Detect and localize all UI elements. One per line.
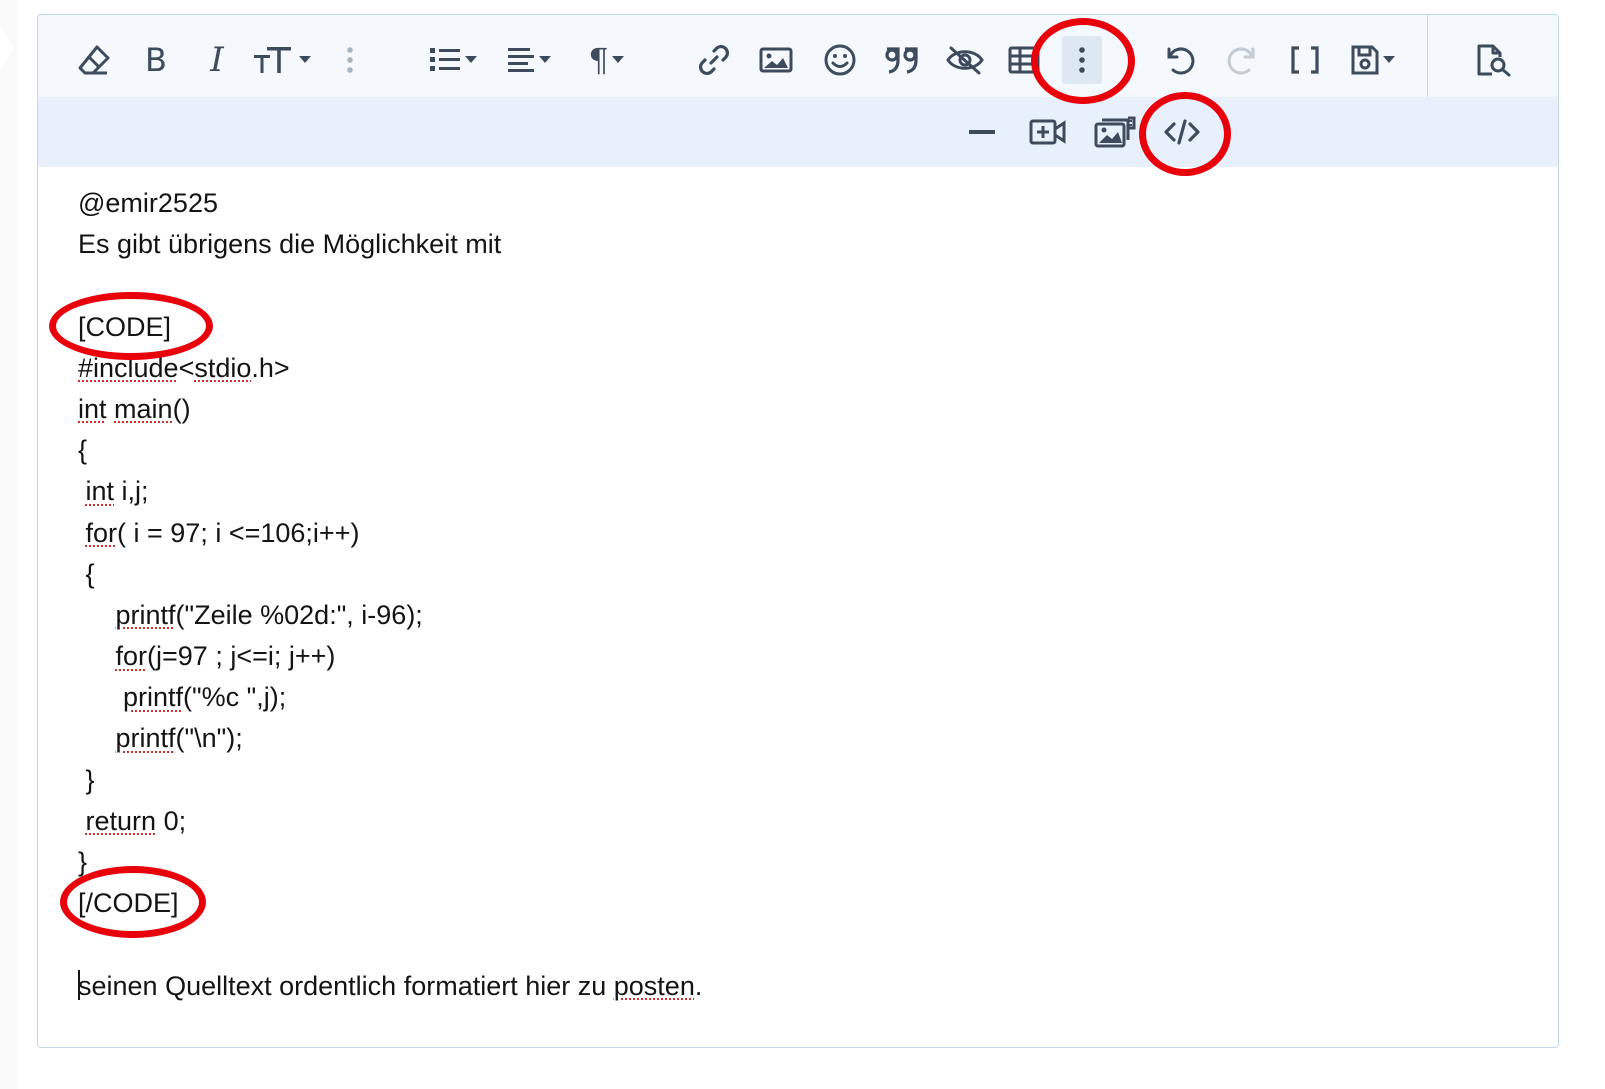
preview-toolbar-group: [1427, 15, 1558, 97]
misspelled-word: stdio: [194, 352, 252, 383]
misspelled-word: return: [85, 805, 157, 836]
align-left-icon: [507, 48, 534, 72]
text-cursor: [78, 969, 80, 1000]
code-icon: [1164, 119, 1200, 145]
misspelled-word: int: [78, 393, 107, 424]
code-line: }: [78, 847, 88, 877]
code-line: printf("\n");: [115, 723, 243, 754]
brackets-icon: [1291, 46, 1319, 74]
text-line: [78, 265, 1518, 306]
insert-table-button[interactable]: [1004, 35, 1044, 85]
gallery-icon: [1094, 116, 1136, 148]
smiley-icon: [824, 44, 856, 76]
misspelled-word: int: [85, 476, 115, 507]
toggle-bbcode-button[interactable]: [1284, 35, 1326, 85]
bold-button[interactable]: B: [138, 35, 174, 85]
insert-code-button[interactable]: [1160, 107, 1204, 157]
chevron-down-icon: [464, 56, 477, 63]
paragraph-format-button[interactable]: ¶: [578, 35, 634, 85]
video-plus-icon: [1029, 119, 1066, 145]
misspelled-word: posten: [613, 970, 695, 1001]
horizontal-line-icon: [969, 130, 995, 134]
chevron-down-icon: [611, 56, 624, 63]
more-vertical-icon: [1079, 47, 1085, 73]
preview-button[interactable]: [1472, 35, 1516, 85]
list-button[interactable]: [422, 35, 482, 85]
rich-text-editor: B I ¶ @emir2525 Es gibt übrigens die Mög…: [37, 14, 1559, 1048]
code-line: printf("Zeile %02d:", i-96);: [115, 599, 423, 630]
italic-icon: I: [210, 40, 224, 80]
chevron-down-icon: [298, 56, 311, 63]
font-size-button[interactable]: [250, 35, 312, 85]
quote-button[interactable]: [880, 35, 924, 85]
code-line: #include<stdio.h>: [78, 352, 290, 383]
italic-button[interactable]: I: [200, 35, 234, 85]
redo-button[interactable]: [1222, 35, 1264, 85]
code-line: }: [78, 764, 95, 795]
image-icon: [759, 47, 793, 73]
misspelled-word: #include: [78, 352, 179, 383]
more-options-button[interactable]: [1062, 36, 1102, 84]
code-close-tag: [/CODE]: [78, 888, 179, 919]
gutter-notch: [0, 26, 14, 70]
code-line: int main(): [78, 393, 191, 424]
misspelled-word: printf: [123, 682, 184, 713]
font-size-icon: [253, 47, 291, 73]
page-gutter: [0, 0, 19, 1089]
link-button[interactable]: [694, 35, 734, 85]
misspelled-word: printf: [115, 599, 176, 630]
insert-image-button[interactable]: [756, 35, 796, 85]
code-line: printf("%c ",j);: [123, 682, 287, 713]
code-line: return 0;: [85, 805, 187, 836]
code-line: for(j=97 ; j<=i; j++): [115, 641, 336, 672]
align-button[interactable]: [500, 35, 556, 85]
misspelled-word: for: [115, 641, 148, 672]
smilies-button[interactable]: [820, 35, 860, 85]
text-line-with-cursor: seinen Quelltext ordentlich formatiert h…: [78, 969, 703, 1001]
redo-icon: [1227, 47, 1255, 75]
bold-icon: B: [145, 41, 167, 79]
misspelled-word: printf: [115, 723, 176, 754]
eraser-icon: [78, 45, 110, 75]
chevron-down-icon: [538, 56, 551, 63]
save-icon: [1351, 45, 1378, 75]
remove-formatting-button[interactable]: [74, 35, 114, 85]
misspelled-word: for: [85, 517, 118, 548]
code-line: {: [78, 558, 95, 589]
misspelled-word: main: [114, 393, 173, 424]
quote-icon: [885, 47, 918, 74]
paragraph-icon: ¶: [588, 41, 609, 79]
text-line: Es gibt übrigens die Möglichkeit mit: [78, 229, 502, 260]
horizontal-line-button[interactable]: [962, 107, 1002, 157]
code-open-tag: [CODE]: [78, 311, 172, 342]
link-icon: [698, 44, 730, 76]
more-vertical-icon: [347, 47, 353, 73]
spoiler-button[interactable]: [942, 35, 988, 85]
more-text-options-button[interactable]: [338, 35, 362, 85]
editor-toolbar-more: [38, 97, 1558, 167]
code-line: for( i = 97; i <=106;i++): [85, 517, 360, 548]
insert-gallery-button[interactable]: [1092, 107, 1138, 157]
undo-icon: [1167, 47, 1195, 75]
code-line: {: [78, 435, 88, 466]
text-line: [78, 924, 1518, 965]
editor-toolbar: B I ¶: [38, 15, 1558, 97]
editor-content[interactable]: @emir2525 Es gibt übrigens die Möglichke…: [78, 183, 1518, 1007]
drafts-button[interactable]: [1340, 35, 1404, 85]
undo-button[interactable]: [1158, 35, 1200, 85]
text-line: @emir2525: [78, 188, 218, 218]
preview-icon: [1477, 44, 1511, 77]
chevron-down-icon: [1382, 56, 1395, 63]
code-line: int i,j;: [85, 476, 149, 507]
insert-video-button[interactable]: [1026, 107, 1070, 157]
table-icon: [1008, 46, 1040, 74]
eye-slash-icon: [946, 46, 984, 75]
list-icon: [429, 48, 460, 71]
